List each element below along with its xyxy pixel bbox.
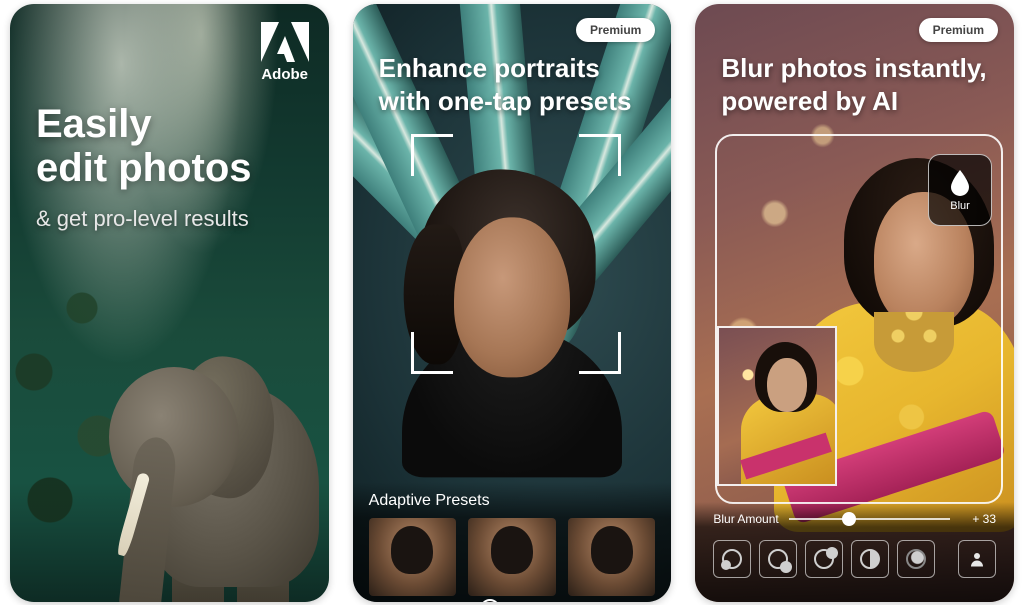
preset-thumbnail-row bbox=[369, 518, 656, 596]
card3-headline-line2: powered by AI bbox=[721, 86, 898, 116]
card1-headline-line2: edit photos bbox=[36, 146, 252, 190]
blur-amount-label: Blur Amount bbox=[713, 512, 778, 526]
screenshot-2: Premium Enhance portraits with one-tap p… bbox=[353, 4, 672, 602]
water-drop-icon bbox=[948, 168, 972, 196]
adobe-brand-badge: Adobe bbox=[261, 22, 309, 83]
preset-thumbnail[interactable] bbox=[568, 518, 656, 596]
premium-badge: Premium bbox=[576, 18, 655, 42]
blur-type-option[interactable] bbox=[759, 540, 797, 578]
preset-thumbnail[interactable] bbox=[468, 518, 556, 596]
blur-amount-slider[interactable] bbox=[789, 518, 950, 520]
preset-thumbnail[interactable] bbox=[369, 518, 457, 596]
preset-section-label: Adaptive Presets bbox=[369, 492, 656, 510]
blur-tool-label: Blur bbox=[950, 200, 970, 212]
blur-type-option[interactable] bbox=[851, 540, 889, 578]
blur-amount-value: + 33 bbox=[960, 512, 996, 526]
blur-tool-button[interactable]: Blur bbox=[928, 154, 992, 226]
card1-subheadline: & get pro-level results bbox=[36, 206, 249, 232]
card3-headline: Blur photos instantly, powered by AI bbox=[721, 52, 994, 117]
card1-headline: Easily edit photos bbox=[36, 102, 309, 190]
blur-type-row bbox=[713, 540, 996, 578]
subject-select-button[interactable] bbox=[958, 540, 996, 578]
portrait-area bbox=[353, 129, 672, 492]
card1-headline-line1: Easily bbox=[36, 102, 152, 146]
blur-type-option[interactable] bbox=[713, 540, 751, 578]
before-preview-inset bbox=[717, 326, 837, 486]
portrait-graphic bbox=[407, 157, 617, 477]
slider-knob[interactable] bbox=[842, 512, 856, 526]
blur-controls: Blur Amount + 33 bbox=[695, 502, 1014, 602]
card2-headline: Enhance portraits with one-tap presets bbox=[379, 52, 652, 117]
card3-headline-line1: Blur photos instantly, bbox=[721, 53, 986, 83]
adobe-logo-icon bbox=[261, 22, 309, 62]
elephant-graphic bbox=[79, 297, 329, 602]
card2-headline-line1: Enhance portraits bbox=[379, 53, 600, 83]
blur-type-option[interactable] bbox=[805, 540, 843, 578]
screenshot-3: Premium Blur photos instantly, powered b… bbox=[695, 4, 1014, 602]
blur-amount-slider-row: Blur Amount + 33 bbox=[713, 512, 996, 526]
preset-strip: Adaptive Presets bbox=[353, 482, 672, 602]
screenshot-1: Adobe Easily edit photos & get pro-level… bbox=[10, 4, 329, 602]
adobe-brand-label: Adobe bbox=[261, 66, 308, 83]
person-icon bbox=[968, 550, 986, 568]
premium-badge: Premium bbox=[919, 18, 998, 42]
blur-type-option[interactable] bbox=[897, 540, 935, 578]
card2-headline-line2: with one-tap presets bbox=[379, 86, 632, 116]
